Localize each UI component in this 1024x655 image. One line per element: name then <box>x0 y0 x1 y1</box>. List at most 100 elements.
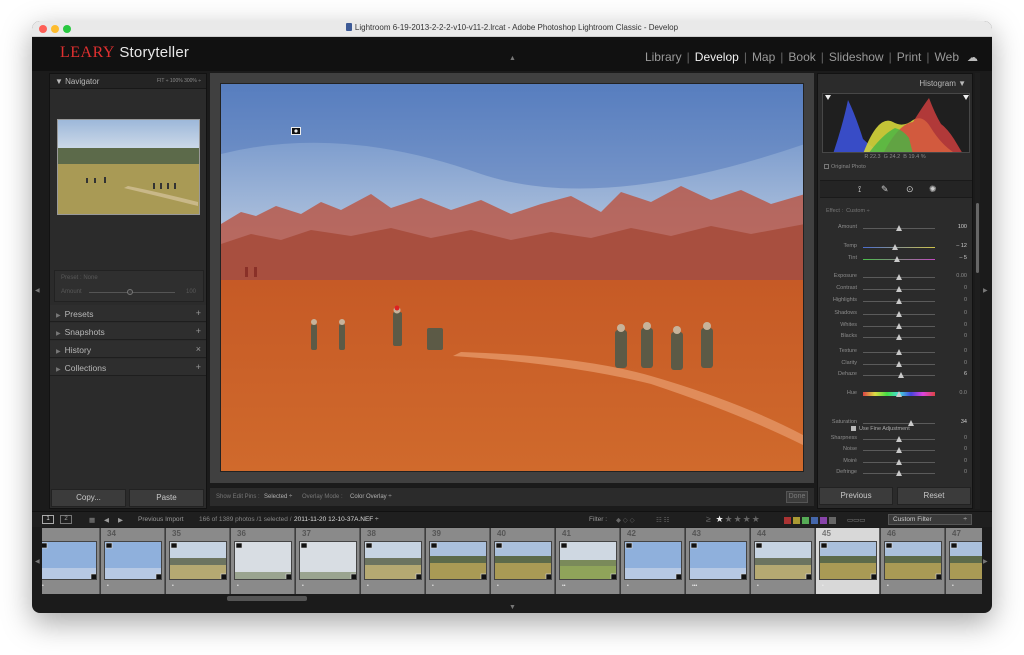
filmstrip-thumbnail[interactable] <box>429 541 487 580</box>
red-eye-icon[interactable]: ⊙ <box>906 184 914 195</box>
module-print[interactable]: Print <box>897 50 922 64</box>
filmstrip-thumbnail[interactable] <box>42 541 97 580</box>
filmstrip-thumbnail[interactable] <box>884 541 942 580</box>
top-panel-toggle-icon[interactable]: ▲ <box>509 55 516 62</box>
filmstrip-thumbnail[interactable] <box>494 541 552 580</box>
filter-edit-icon[interactable]: ☷ ☷ <box>656 516 669 524</box>
color-label-red[interactable] <box>784 517 791 524</box>
custom-filter-dropdown[interactable]: Custom Filter ÷ <box>888 514 972 525</box>
slider-whites[interactable]: Whites 0 <box>818 321 974 331</box>
cloud-sync-icon[interactable]: ☁ <box>959 51 978 64</box>
slider-defringe[interactable]: Defringe 0 <box>818 468 974 478</box>
filmstrip-cell[interactable]: 42 • <box>621 528 685 594</box>
fine-adjustment-checkbox[interactable]: Use Fine Adjustment <box>851 426 910 432</box>
preset-amount-knob[interactable] <box>127 289 133 295</box>
slider-knob[interactable] <box>898 372 905 378</box>
slider-moir[interactable]: Moiré 0 <box>818 457 974 467</box>
slider-knob[interactable] <box>896 459 902 465</box>
effect-dropdown[interactable]: Custom ÷ <box>846 208 870 214</box>
main-window-button[interactable]: 1 <box>42 515 54 524</box>
slider-value[interactable]: 0 <box>964 310 967 316</box>
navigator-zoom-options[interactable]: FIT ÷ 100% 300% ÷ <box>157 78 201 84</box>
slider-knob[interactable] <box>896 447 902 453</box>
filmstrip-cell[interactable]: 34 • <box>101 528 165 594</box>
slider-value[interactable]: 0.00 <box>956 273 967 279</box>
grid-view-icon[interactable]: ▦ <box>89 516 95 524</box>
panel-history[interactable]: ▶ History × <box>50 341 206 358</box>
slider-value[interactable]: 0 <box>964 297 967 303</box>
filmstrip-thumbnail[interactable] <box>364 541 422 580</box>
filmstrip-cell[interactable]: 47 • <box>946 528 982 594</box>
flag-filter-icon[interactable]: ◆ ◇ ◇ <box>616 516 635 524</box>
filmstrip-cell[interactable]: • <box>42 528 100 594</box>
forward-arrow-icon[interactable]: ▶ <box>118 516 123 524</box>
filmstrip-source[interactable]: Previous Import <box>138 516 184 523</box>
crop-tool-icon[interactable]: ⟟ <box>858 184 861 195</box>
slider-value[interactable]: 0 <box>964 360 967 366</box>
slider-hue[interactable]: Hue 0.0 <box>818 389 974 399</box>
slider-knob[interactable] <box>896 349 902 355</box>
slider-knob[interactable] <box>896 391 902 397</box>
histogram[interactable] <box>822 93 970 153</box>
filter-kind-icon[interactable]: ▭▭▭ <box>847 516 865 524</box>
bottom-panel-toggle-icon[interactable]: ▼ <box>509 604 516 611</box>
slider-value[interactable]: 0 <box>964 322 967 328</box>
healing-brush-icon[interactable]: ✎ <box>881 184 889 195</box>
filmstrip-cell[interactable]: 38 • <box>361 528 425 594</box>
filmstrip-cell[interactable]: 46 • <box>881 528 945 594</box>
slider-contrast[interactable]: Contrast 0 <box>818 284 974 294</box>
reset-button[interactable]: Reset <box>897 487 971 505</box>
slider-dehaze[interactable]: Dehaze 6 <box>818 370 974 380</box>
module-map[interactable]: Map <box>752 50 775 64</box>
module-web[interactable]: Web <box>935 50 959 64</box>
slider-clarity[interactable]: Clarity 0 <box>818 359 974 369</box>
module-library[interactable]: Library <box>645 50 682 64</box>
right-panel-toggle-icon[interactable]: ▶ <box>983 287 988 294</box>
filmstrip-thumbnail[interactable] <box>169 541 227 580</box>
module-slideshow[interactable]: Slideshow <box>829 50 884 64</box>
done-button[interactable]: Done <box>786 491 808 503</box>
color-label-purple[interactable] <box>820 517 827 524</box>
panel-collections[interactable]: ▶ Collections + <box>50 359 206 376</box>
color-label-green[interactable] <box>802 517 809 524</box>
add-collection-button[interactable]: + <box>196 362 201 372</box>
slider-knob[interactable] <box>896 311 902 317</box>
filmstrip-thumbnail[interactable] <box>689 541 747 580</box>
filmstrip-thumbnail[interactable] <box>104 541 162 580</box>
filmstrip-thumbnail[interactable] <box>949 541 982 580</box>
filmstrip-cell[interactable]: 36 • <box>231 528 295 594</box>
filmstrip-scrollbar[interactable] <box>227 596 307 601</box>
filmstrip-cell[interactable]: 45 • <box>816 528 880 594</box>
slider-noise[interactable]: Noise 0 <box>818 445 974 455</box>
right-panel-scrollbar[interactable] <box>975 73 980 509</box>
filmstrip-cell[interactable]: 37 • <box>296 528 360 594</box>
paste-button[interactable]: Paste <box>129 489 204 507</box>
filmstrip-thumbnail[interactable] <box>234 541 292 580</box>
slider-knob[interactable] <box>896 274 902 280</box>
panel-presets[interactable]: ▶ Presets + <box>50 305 206 322</box>
slider-knob[interactable] <box>896 323 902 329</box>
slider-knob[interactable] <box>891 244 898 250</box>
module-develop[interactable]: Develop <box>695 50 739 64</box>
filmstrip-right-icon[interactable]: ▶ <box>983 558 988 565</box>
filmstrip-left-icon[interactable]: ◀ <box>35 558 40 565</box>
slider-exposure[interactable]: Exposure 0.00 <box>818 272 974 282</box>
show-edit-pins-dropdown[interactable]: Selected ÷ <box>264 494 292 500</box>
add-preset-button[interactable]: + <box>196 308 201 318</box>
slider-knob[interactable] <box>896 361 902 367</box>
secondary-window-button[interactable]: 2 <box>60 515 72 524</box>
masking-icon[interactable]: ✺ <box>929 184 937 195</box>
left-panel-toggle-icon[interactable]: ◀ <box>35 287 40 294</box>
filmstrip-thumbnail[interactable] <box>299 541 357 580</box>
slider-value[interactable]: 0 <box>964 435 967 441</box>
slider-knob[interactable] <box>896 286 902 292</box>
slider-shadows[interactable]: Shadows 0 <box>818 309 974 319</box>
filmstrip-cell[interactable]: 39 • <box>426 528 490 594</box>
clear-history-button[interactable]: × <box>196 344 201 354</box>
module-book[interactable]: Book <box>788 50 815 64</box>
filmstrip-thumbnail[interactable] <box>559 541 617 580</box>
add-snapshot-button[interactable]: + <box>196 326 201 336</box>
color-label-yellow[interactable] <box>793 517 800 524</box>
original-photo-checkbox[interactable]: Original Photo <box>824 164 866 170</box>
slider-value[interactable]: 0.0 <box>959 390 967 396</box>
